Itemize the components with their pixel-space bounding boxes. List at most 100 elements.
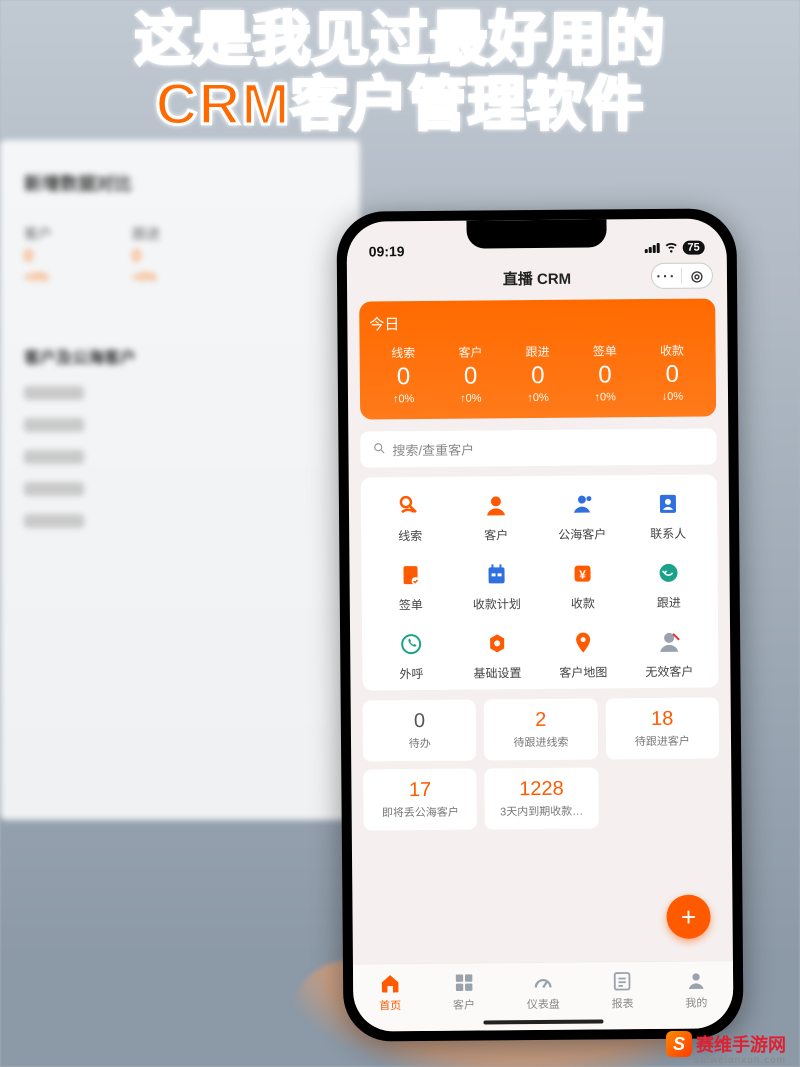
tile-value: 18 bbox=[651, 708, 673, 731]
plus-icon: + bbox=[681, 901, 696, 932]
stats-pct: ↑0% bbox=[572, 391, 639, 404]
miniapp-capsule[interactable]: ··· ◎ bbox=[651, 262, 713, 289]
app-label: 客户地图 bbox=[559, 663, 607, 680]
capsule-close-icon[interactable]: ◎ bbox=[682, 267, 712, 284]
app-label: 跟进 bbox=[657, 594, 681, 611]
tab-profile[interactable]: 我的 bbox=[685, 970, 707, 1011]
app-followup[interactable]: 跟进 bbox=[625, 558, 711, 612]
watermark-logo-icon: S bbox=[666, 1031, 692, 1057]
invalid-icon bbox=[654, 627, 684, 657]
search-placeholder: 搜索/查重客户 bbox=[392, 439, 474, 459]
backdrop-col-value: 0 bbox=[24, 248, 33, 266]
summary-tile[interactable]: 1228 3天内到期收款… bbox=[485, 768, 599, 830]
capsule-menu-icon[interactable]: ··· bbox=[652, 268, 682, 284]
tab-label: 报表 bbox=[612, 995, 634, 1011]
tile-value: 0 bbox=[414, 710, 425, 733]
plan-icon bbox=[481, 559, 511, 589]
app-pool[interactable]: 公海客户 bbox=[539, 489, 625, 543]
app-contract[interactable]: 签单 bbox=[367, 560, 453, 614]
app-leads[interactable]: 线索 bbox=[367, 491, 453, 545]
app-label: 线索 bbox=[398, 527, 422, 544]
leads-icon bbox=[395, 491, 425, 521]
gauge-icon bbox=[532, 971, 554, 993]
search-icon bbox=[372, 441, 386, 458]
phone-screen: 09:19 75 直播 CRM ··· ◎ 今日 线索0↑0%客户0↑0%跟进0… bbox=[346, 218, 733, 1031]
wifi-icon bbox=[663, 239, 678, 257]
battery-level: 75 bbox=[682, 241, 704, 255]
app-invalid[interactable]: 无效客户 bbox=[626, 626, 712, 680]
signal-icon bbox=[644, 243, 659, 253]
backdrop-section2-title: 客户及公海客户 bbox=[24, 344, 336, 368]
backdrop-col-pct: +0% bbox=[24, 270, 48, 284]
tile-label: 即将丢公海客户 bbox=[382, 804, 459, 821]
stats-value: 0 bbox=[571, 361, 638, 390]
notch bbox=[466, 219, 606, 248]
summary-tile[interactable]: 17即将丢公海客户 bbox=[363, 769, 477, 831]
tab-label: 首页 bbox=[379, 997, 401, 1013]
map-icon bbox=[568, 627, 598, 657]
stats-col[interactable]: 客户0↑0% bbox=[437, 343, 505, 405]
app-label: 基础设置 bbox=[473, 664, 521, 681]
grid-icon bbox=[453, 972, 475, 994]
app-call[interactable]: 外呼 bbox=[368, 629, 454, 683]
app-map[interactable]: 客户地图 bbox=[540, 627, 626, 681]
app-label: 外呼 bbox=[399, 665, 423, 682]
stats-label: 签单 bbox=[571, 342, 638, 360]
add-fab[interactable]: + bbox=[666, 895, 710, 939]
svg-text:¥: ¥ bbox=[579, 568, 586, 582]
search-input[interactable]: 搜索/查重客户 bbox=[360, 428, 716, 467]
followup-icon bbox=[653, 558, 683, 588]
tile-label: 3天内到期收款… bbox=[500, 803, 583, 820]
contract-icon bbox=[395, 560, 425, 590]
stats-value: 0 bbox=[437, 362, 504, 391]
tab-home[interactable]: 首页 bbox=[379, 972, 401, 1013]
home-icon bbox=[379, 972, 401, 994]
stats-pct: ↑0% bbox=[437, 392, 504, 405]
app-title: 直播 CRM bbox=[503, 267, 572, 289]
pool-icon bbox=[567, 489, 597, 519]
app-contact[interactable]: 联系人 bbox=[625, 489, 711, 543]
tab-gauge[interactable]: 仪表盘 bbox=[527, 971, 560, 1012]
stats-label: 线索 bbox=[370, 344, 437, 362]
app-label: 收款计划 bbox=[473, 595, 521, 612]
summary-tile[interactable]: 18待跟进客户 bbox=[605, 697, 719, 759]
app-titlebar: 直播 CRM ··· ◎ bbox=[347, 258, 727, 297]
tile-value: 2 bbox=[535, 709, 546, 732]
stats-col[interactable]: 线索0↑0% bbox=[370, 344, 438, 406]
app-label: 公海客户 bbox=[558, 525, 606, 542]
tab-label: 客户 bbox=[453, 997, 475, 1013]
today-stats-card[interactable]: 今日 线索0↑0%客户0↑0%跟进0↑0%签单0↑0%收款0↓0% bbox=[359, 298, 716, 419]
stats-col[interactable]: 收款0↓0% bbox=[638, 342, 706, 404]
watermark-brand: 赛维手游网 bbox=[696, 1031, 786, 1057]
app-plan[interactable]: 收款计划 bbox=[453, 559, 539, 613]
tab-grid[interactable]: 客户 bbox=[453, 972, 475, 1013]
stats-col[interactable]: 跟进0↑0% bbox=[504, 343, 572, 405]
app-label: 客户 bbox=[484, 526, 508, 543]
stats-pct: ↓0% bbox=[639, 391, 706, 404]
status-time: 09:19 bbox=[369, 243, 405, 259]
tab-report[interactable]: 报表 bbox=[611, 970, 633, 1011]
settings-icon bbox=[482, 628, 512, 658]
app-grid: 线索 客户 公海客户 联系人签单收款计划 ¥ 收款 跟进外呼 基础设置 客户地图 无效客户 bbox=[361, 474, 719, 690]
stats-label: 收款 bbox=[638, 342, 705, 360]
backdrop-section1-title: 新增数据对比 bbox=[24, 170, 336, 196]
app-payment[interactable]: ¥ 收款 bbox=[539, 558, 625, 612]
tile-value: 1228 bbox=[519, 778, 564, 801]
stats-pct: ↑0% bbox=[370, 393, 437, 406]
app-label: 收款 bbox=[571, 595, 595, 612]
stats-value: 0 bbox=[639, 361, 706, 390]
watermark-domain: saiweianxun.com bbox=[694, 1055, 786, 1066]
headline-line-1: 这是我见过最好用的 bbox=[0, 8, 800, 73]
stats-pct: ↑0% bbox=[504, 392, 571, 405]
summary-tile[interactable]: 0待办 bbox=[363, 700, 477, 762]
promo-headline: 这是我见过最好用的 CRM客户管理软件 bbox=[0, 8, 800, 138]
summary-tile[interactable]: 2待跟进线索 bbox=[484, 699, 598, 761]
backdrop-col-pct: +0% bbox=[132, 270, 156, 284]
stats-col[interactable]: 签单0↑0% bbox=[571, 342, 639, 404]
app-settings[interactable]: 基础设置 bbox=[454, 628, 540, 682]
call-icon bbox=[396, 629, 426, 659]
payment-icon: ¥ bbox=[567, 558, 597, 588]
profile-icon bbox=[685, 970, 707, 992]
backdrop-col-value: 0 bbox=[132, 248, 141, 266]
app-customer[interactable]: 客户 bbox=[453, 490, 539, 544]
